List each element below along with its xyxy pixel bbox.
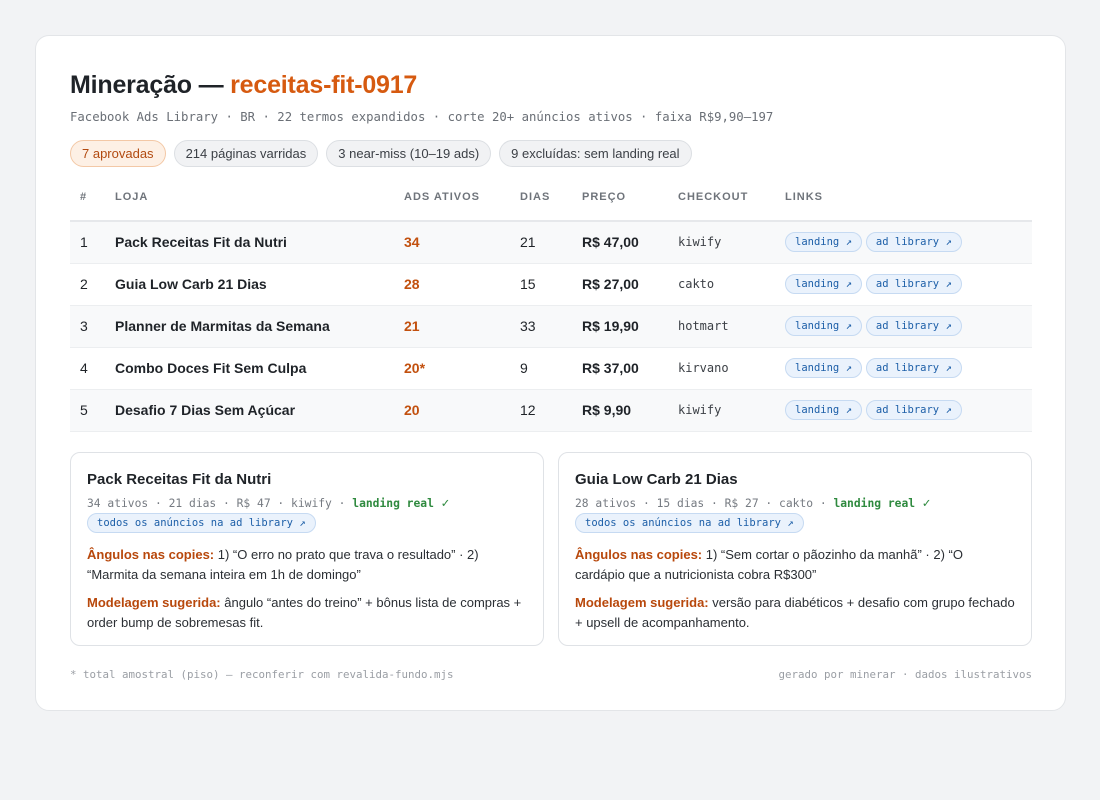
detail-cards: Pack Receitas Fit da Nutri 34 ativos · 2… xyxy=(70,452,1032,646)
detail-title: Pack Receitas Fit da Nutri xyxy=(87,471,272,488)
chip-near-miss: 3 near-miss (10–19 ads) xyxy=(326,140,492,167)
page-subtitle: Facebook Ads Library · BR · 22 termos ex… xyxy=(70,110,774,124)
landing-link[interactable]: landing ↗ xyxy=(785,400,862,420)
landing-real-status: landing real ✓ xyxy=(833,497,931,510)
detail-meta-text: 28 ativos · 15 dias · R$ 27 · cakto · xyxy=(575,497,834,510)
table-row: 4 Combo Doces Fit Sem Culpa 20* 9 R$ 37,… xyxy=(70,347,1032,390)
row-loja: Pack Receitas Fit da Nutri xyxy=(115,221,404,264)
col-header-checkout: CHECKOUT xyxy=(678,191,785,222)
model-label: Modelagem sugerida: xyxy=(87,595,221,610)
col-header-dias: DIAS xyxy=(520,191,582,222)
detail-meta: 28 ativos · 15 dias · R$ 27 · cakto · la… xyxy=(575,496,1015,533)
detail-meta: 34 ativos · 21 dias · R$ 47 · kiwify · l… xyxy=(87,496,527,533)
detail-card: Pack Receitas Fit da Nutri 34 ativos · 2… xyxy=(70,452,544,646)
row-num: 2 xyxy=(70,263,115,306)
title-accent: receitas-fit-0917 xyxy=(230,71,418,99)
table-row: 5 Desafio 7 Dias Sem Açúcar 20 12 R$ 9,9… xyxy=(70,389,1032,432)
row-preco: R$ 27,00 xyxy=(582,263,678,306)
row-checkout: kiwify xyxy=(678,389,785,432)
row-preco: R$ 47,00 xyxy=(582,221,678,264)
landing-link[interactable]: landing ↗ xyxy=(785,232,862,253)
row-num: 4 xyxy=(70,347,115,390)
row-dias: 9 xyxy=(520,347,582,390)
chip-excluded: 9 excluídas: sem landing real xyxy=(499,140,692,167)
angles-label: Ângulos nas copies: xyxy=(87,547,215,562)
angles-paragraph: Ângulos nas copies: 1) “Sem cortar o pão… xyxy=(575,545,1015,585)
mining-report-card: Mineração — receitas-fit-0917 Facebook A… xyxy=(35,35,1066,711)
angles-label: Ângulos nas copies: xyxy=(575,547,703,562)
row-loja: Desafio 7 Dias Sem Açúcar xyxy=(115,389,404,432)
row-links: landing ↗ ad library ↗ xyxy=(785,305,1032,348)
row-links: landing ↗ ad library ↗ xyxy=(785,347,1032,390)
table-row: 1 Pack Receitas Fit da Nutri 34 21 R$ 47… xyxy=(70,221,1032,264)
landing-link[interactable]: landing ↗ xyxy=(785,274,862,294)
chip-approved: 7 aprovadas xyxy=(70,140,166,167)
row-dias: 15 xyxy=(520,263,582,306)
row-links: landing ↗ ad library ↗ xyxy=(785,389,1032,432)
row-checkout: kirvano xyxy=(678,347,785,390)
row-num: 1 xyxy=(70,221,115,264)
landing-real-label: landing real xyxy=(833,497,916,510)
row-ads: 28 xyxy=(404,263,520,306)
detail-card: Guia Low Carb 21 Dias 28 ativos · 15 dia… xyxy=(558,452,1032,646)
landing-real-status: landing real ✓ xyxy=(352,497,450,510)
footer-credit: gerado por minerar · dados ilustrativos xyxy=(778,668,1032,681)
col-header-num: # xyxy=(70,191,115,222)
row-ads: 34 xyxy=(404,221,520,264)
all-ads-link[interactable]: todos os anúncios na ad library ↗ xyxy=(575,513,804,533)
row-loja: Planner de Marmitas da Semana xyxy=(115,305,404,348)
table-row: 2 Guia Low Carb 21 Dias 28 15 R$ 27,00 c… xyxy=(70,263,1032,306)
ad-library-link[interactable]: ad library ↗ xyxy=(865,400,962,420)
row-ads: 20* xyxy=(404,347,520,390)
row-preco: R$ 9,90 xyxy=(582,389,678,432)
detail-meta-text: 34 ativos · 21 dias · R$ 47 · kiwify · xyxy=(87,497,353,510)
ad-library-link[interactable]: ad library ↗ xyxy=(865,274,962,294)
row-preco: R$ 19,90 xyxy=(582,305,678,348)
row-checkout: cakto xyxy=(678,263,785,306)
all-ads-link[interactable]: todos os anúncios na ad library ↗ xyxy=(87,513,316,533)
page-title: Mineração — receitas-fit-0917 xyxy=(70,70,1032,100)
angles-paragraph: Ângulos nas copies: 1) “O erro no prato … xyxy=(87,545,527,585)
check-icon: ✓ xyxy=(440,497,451,510)
table-header-row: # LOJA ADS ATIVOS DIAS PREÇO CHECKOUT LI… xyxy=(70,191,1032,222)
row-ads: 20 xyxy=(404,389,520,432)
col-header-ads: ADS ATIVOS xyxy=(404,191,520,222)
row-num: 5 xyxy=(70,389,115,432)
col-header-loja: LOJA xyxy=(115,191,404,222)
chip-pages-scanned: 214 páginas varridas xyxy=(173,140,319,167)
title-prefix: Mineração — xyxy=(70,71,231,99)
ad-library-link[interactable]: ad library ↗ xyxy=(865,232,962,253)
ad-library-link[interactable]: ad library ↗ xyxy=(865,358,962,378)
model-paragraph: Modelagem sugerida: versão para diabétic… xyxy=(575,593,1015,633)
row-loja: Guia Low Carb 21 Dias xyxy=(115,263,404,306)
footer: * total amostral (piso) — reconferir com… xyxy=(70,668,1032,681)
row-dias: 12 xyxy=(520,389,582,432)
stores-table: # LOJA ADS ATIVOS DIAS PREÇO CHECKOUT LI… xyxy=(70,191,1032,432)
detail-title: Guia Low Carb 21 Dias xyxy=(575,471,738,488)
landing-real-label: landing real xyxy=(352,497,434,510)
col-header-preco: PREÇO xyxy=(582,191,678,222)
row-num: 3 xyxy=(70,305,115,348)
row-links: landing ↗ ad library ↗ xyxy=(785,263,1032,306)
row-preco: R$ 37,00 xyxy=(582,347,678,390)
model-paragraph: Modelagem sugerida: ângulo “antes do tre… xyxy=(87,593,527,633)
row-loja: Combo Doces Fit Sem Culpa xyxy=(115,347,404,390)
check-icon: ✓ xyxy=(921,497,932,510)
row-dias: 33 xyxy=(520,305,582,348)
row-checkout: hotmart xyxy=(678,305,785,348)
footer-note: * total amostral (piso) — reconferir com… xyxy=(70,668,454,681)
row-dias: 21 xyxy=(520,221,582,264)
landing-link[interactable]: landing ↗ xyxy=(785,316,862,336)
table-row: 3 Planner de Marmitas da Semana 21 33 R$… xyxy=(70,305,1032,348)
col-header-links: LINKS xyxy=(785,191,1032,222)
model-label: Modelagem sugerida: xyxy=(575,595,709,610)
landing-link[interactable]: landing ↗ xyxy=(785,358,862,378)
row-ads: 21 xyxy=(404,305,520,348)
row-checkout: kiwify xyxy=(678,221,785,264)
row-links: landing ↗ ad library ↗ xyxy=(785,221,1032,264)
ad-library-link[interactable]: ad library ↗ xyxy=(865,316,962,336)
summary-chips: 7 aprovadas 214 páginas varridas 3 near-… xyxy=(70,140,1032,167)
